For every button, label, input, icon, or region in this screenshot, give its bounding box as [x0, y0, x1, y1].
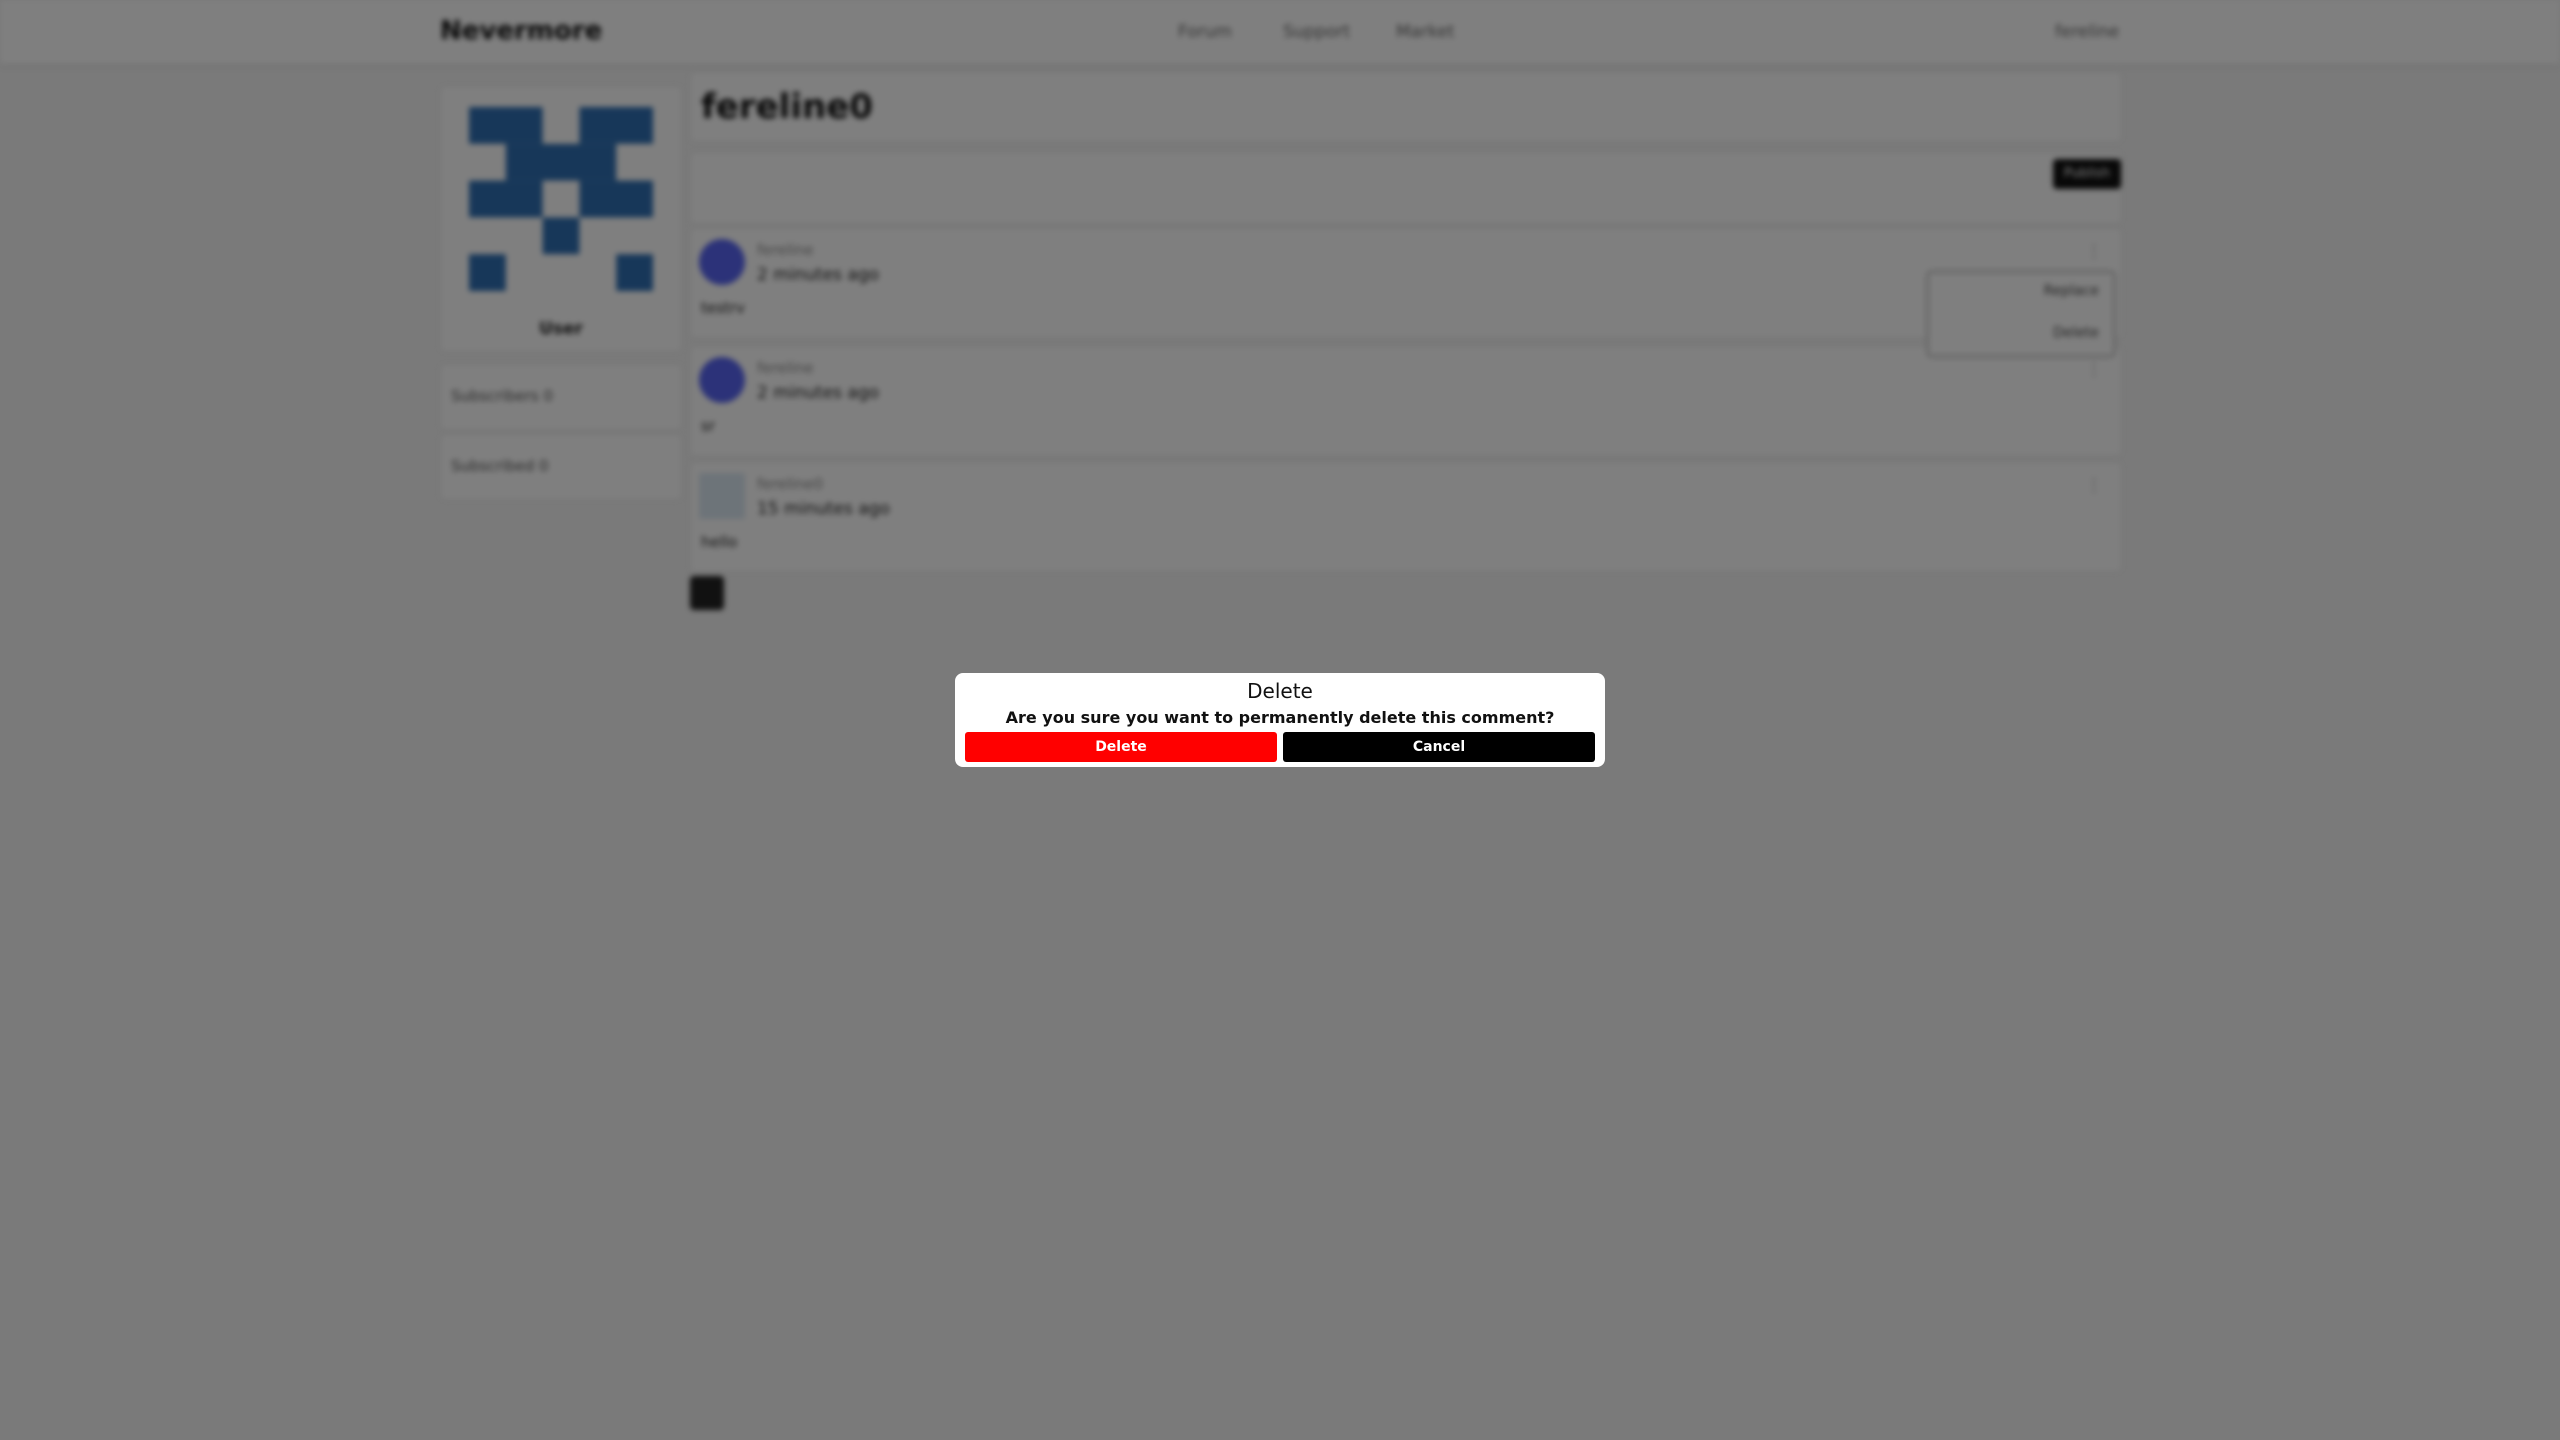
delete-confirm-dialog: Delete Are you sure you want to permanen… [955, 673, 1605, 767]
cancel-button[interactable]: Cancel [1283, 732, 1595, 762]
dialog-title: Delete [1247, 679, 1313, 703]
dialog-message: Are you sure you want to permanently del… [1005, 708, 1555, 727]
confirm-delete-button[interactable]: Delete [965, 732, 1277, 762]
